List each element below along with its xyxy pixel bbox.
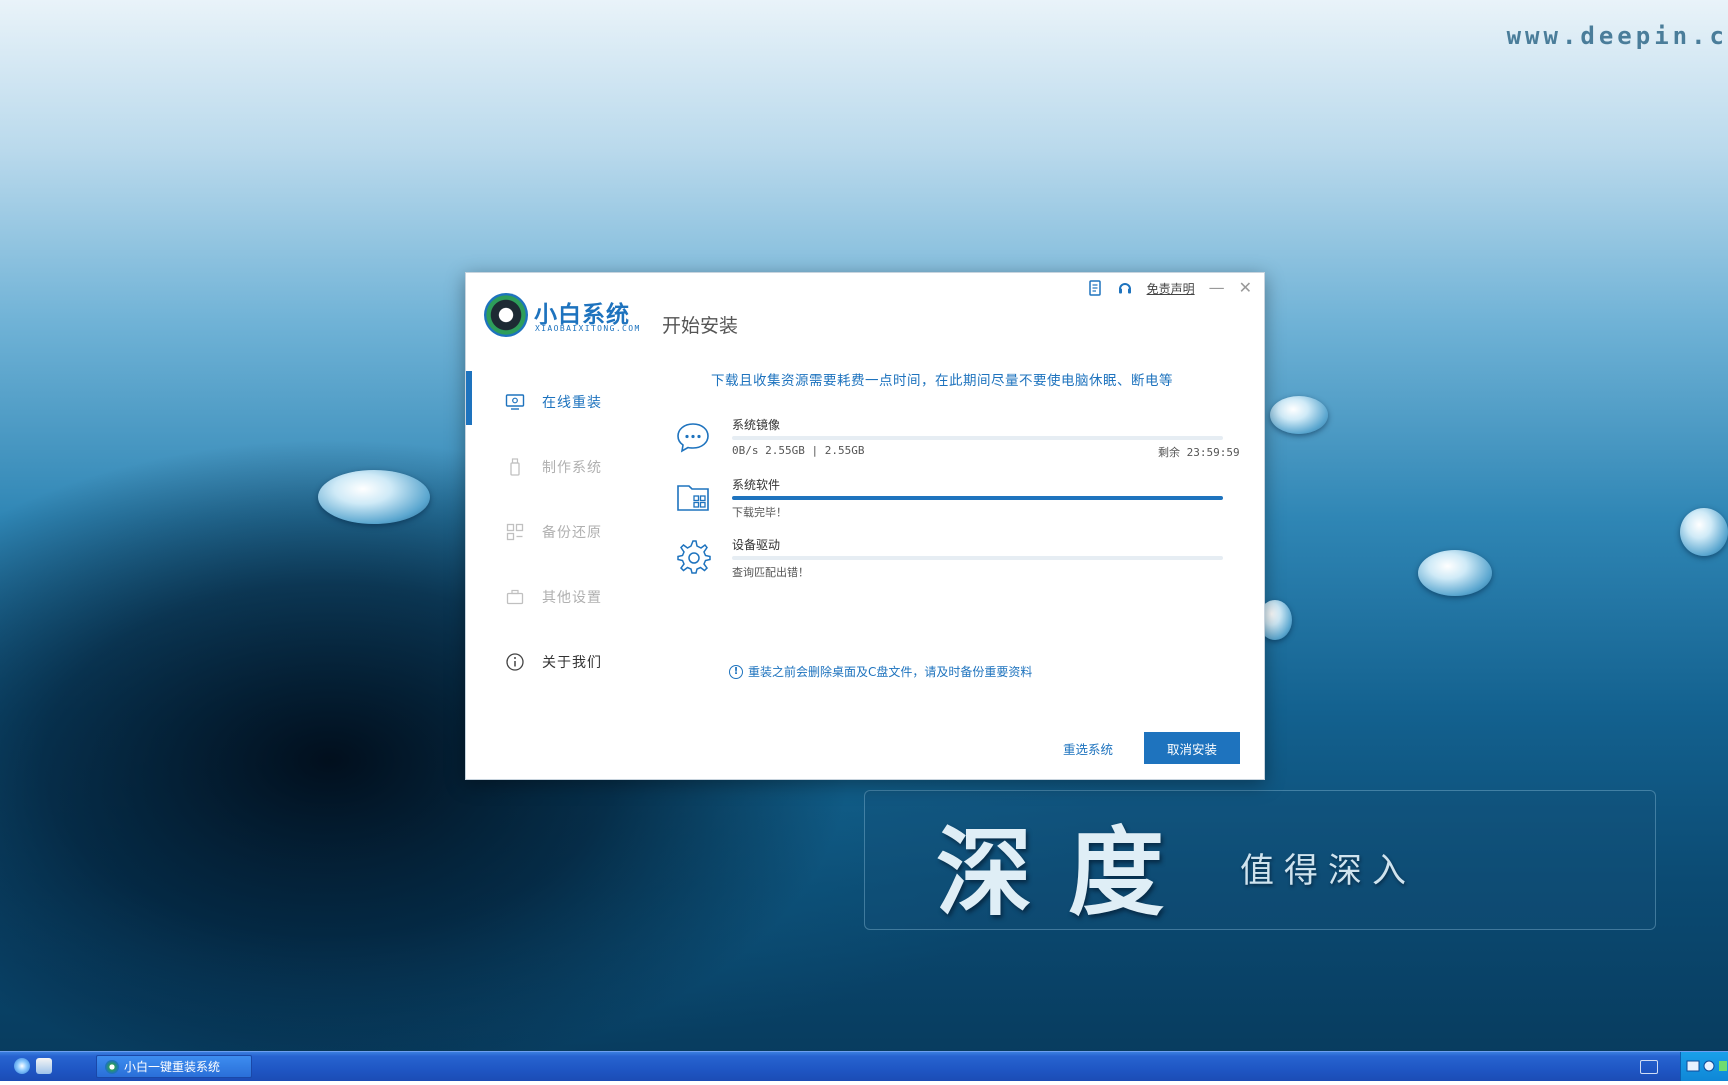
task-name: 系统软件 xyxy=(732,478,781,492)
warning-text: 重装之前会删除桌面及C盘文件，请及时备份重要资料 xyxy=(748,665,1033,679)
window-controls: 免责声明 — ✕ xyxy=(1087,277,1252,299)
disclaimer-link[interactable]: 免责声明 xyxy=(1147,280,1195,297)
install-notice: 下载且收集资源需要耗费一点时间，在此期间尽量不要使电脑休眠、断电等 xyxy=(711,373,1173,389)
chat-bubble-icon xyxy=(674,418,712,456)
progress-bar xyxy=(732,496,1223,500)
close-button[interactable]: ✕ xyxy=(1239,280,1252,296)
system-tray xyxy=(1680,1052,1728,1081)
task-system-image: 系统镜像 0B/s 2.55GB | 2.55GB 剩余 23:59:59 xyxy=(674,416,1244,466)
reselect-system-button[interactable]: 重选系统 xyxy=(1063,739,1113,758)
sidebar-item-online-reinstall[interactable]: 在线重装 xyxy=(466,369,636,434)
task-status: 0B/s 2.55GB | 2.55GB xyxy=(732,444,865,457)
brand-subtitle: 值得深入 xyxy=(1240,851,1416,891)
sidebar-item-about-us[interactable]: 关于我们 xyxy=(466,629,636,694)
installer-window: 小白系统 XIAOBAIXITONG.COM 开始安装 免责声明 — ✕ 在线重… xyxy=(465,272,1265,780)
sidebar-item-label: 在线重装 xyxy=(542,394,602,411)
sidebar: 在线重装 制作系统 备份还原 其他设置 关于我们 xyxy=(466,369,636,694)
briefcase-icon xyxy=(504,586,526,608)
headset-icon[interactable] xyxy=(1117,280,1133,296)
page-title: 开始安装 xyxy=(662,315,739,337)
quicklaunch-ie-icon[interactable] xyxy=(14,1058,30,1074)
sidebar-item-backup-restore[interactable]: 备份还原 xyxy=(466,499,636,564)
usb-icon xyxy=(504,456,526,478)
sidebar-item-label: 备份还原 xyxy=(542,524,602,541)
water-drop xyxy=(1418,550,1492,596)
quicklaunch-desktop-icon[interactable] xyxy=(36,1058,52,1074)
water-drop xyxy=(1680,508,1728,556)
gear-icon xyxy=(674,538,712,576)
folder-apps-icon xyxy=(674,478,712,516)
sidebar-item-label: 制作系统 xyxy=(542,459,602,476)
brand-title: 深度 xyxy=(936,816,1200,929)
task-system-software: 系统软件 下载完毕！ xyxy=(674,476,1244,526)
sidebar-item-make-system[interactable]: 制作系统 xyxy=(466,434,636,499)
sidebar-item-label: 其他设置 xyxy=(542,589,602,606)
taskbar-app-button[interactable]: 小白一键重装系统 xyxy=(96,1055,252,1078)
document-icon[interactable] xyxy=(1087,280,1103,296)
app-subtitle: XIAOBAIXITONG.COM xyxy=(535,324,641,333)
progress-bar xyxy=(732,556,1223,560)
task-device-driver: 设备驱动 查询匹配出错！ xyxy=(674,536,1244,586)
taskbar-app-label: 小白一键重装系统 xyxy=(124,1060,221,1074)
app-logo-icon xyxy=(105,1059,119,1074)
sidebar-item-label: 关于我们 xyxy=(542,654,602,671)
info-icon xyxy=(504,651,526,673)
backup-warning: ! 重装之前会删除桌面及C盘文件，请及时备份重要资料 xyxy=(729,663,1032,680)
cancel-install-button[interactable]: 取消安装 xyxy=(1144,732,1240,764)
keyboard-icon[interactable] xyxy=(1640,1060,1658,1074)
water-drop xyxy=(1270,396,1328,434)
progress-bar xyxy=(732,436,1223,440)
water-drop xyxy=(318,470,430,524)
task-status: 查询匹配出错！ xyxy=(732,566,809,579)
task-name: 设备驱动 xyxy=(732,538,781,552)
watermark-url: www.deepin.c xyxy=(1506,22,1728,50)
warning-info-icon: ! xyxy=(729,664,743,679)
task-name: 系统镜像 xyxy=(732,418,781,432)
app-logo-icon xyxy=(484,293,528,337)
progress-fill xyxy=(732,496,1223,500)
minimize-button[interactable]: — xyxy=(1209,280,1225,296)
task-remaining: 剩余 23:59:59 xyxy=(1158,446,1240,459)
taskbar: 小白一键重装系统 xyxy=(0,1051,1728,1081)
grid-icon xyxy=(504,521,526,543)
tray-icons[interactable] xyxy=(1681,1052,1728,1081)
sidebar-item-other-settings[interactable]: 其他设置 xyxy=(466,564,636,629)
monitor-icon xyxy=(504,391,526,413)
task-status: 下载完毕！ xyxy=(732,506,787,519)
